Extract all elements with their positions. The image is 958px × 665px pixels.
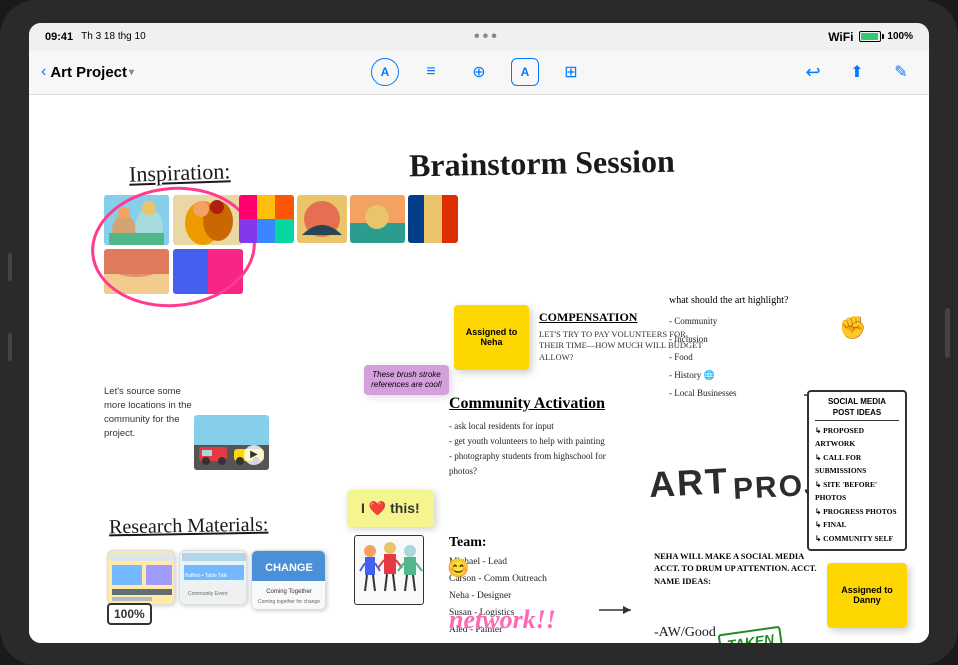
photo-cars[interactable]: ▶	[194, 415, 269, 470]
battery-pct: 100%	[887, 31, 913, 42]
research-title: Research Materials:	[109, 513, 269, 539]
undo-icon[interactable]: ↩	[797, 56, 829, 88]
toolbar-right: ↩ ⬆ ✎	[757, 56, 917, 88]
toolbar-center: A ≡ ⊕ A ⊞	[201, 56, 757, 88]
heart-sticky-text: I ❤️ this!	[361, 500, 420, 516]
layers-icon[interactable]: ⊕	[463, 56, 495, 88]
status-bar: 09:41 Th 3 18 thg 10 ••• WiFi 100%	[29, 23, 929, 51]
photo-row-mid	[239, 195, 458, 243]
community-items: - ask local residents for input - get yo…	[449, 419, 634, 480]
photo-hugging[interactable]	[173, 195, 243, 245]
play-button[interactable]: ▶	[244, 445, 264, 465]
toolbar: ‹ Art Project ▾ A ≡ ⊕ A ⊞ ↩ ⬆ ✎	[29, 51, 929, 95]
card-thumb-1[interactable]	[107, 550, 175, 605]
time: 09:41	[45, 31, 73, 43]
ipad-frame: 09:41 Th 3 18 thg 10 ••• WiFi 100% ‹ Art…	[0, 0, 958, 665]
svg-text:Community Event: Community Event	[188, 591, 228, 597]
sticky-neha: Assigned to Neha	[454, 305, 529, 370]
photo-people-jumping[interactable]	[104, 195, 169, 245]
art-highlight-question: what should the art highlight?	[669, 295, 788, 306]
team-header: Team:	[449, 535, 547, 551]
art-highlight-section: what should the art highlight? - Communi…	[669, 295, 788, 402]
neha-note-text: NEHA WILL MAKE A SOCIAL MEDIA ACCT. TO D…	[654, 551, 817, 587]
brainstorm-title: Brainstorm Session	[409, 142, 675, 184]
battery-icon	[859, 31, 881, 42]
photo-orange-circle[interactable]	[297, 195, 347, 243]
neha-note: NEHA WILL MAKE A SOCIAL MEDIA ACCT. TO D…	[654, 550, 829, 588]
pct-badge: 100%	[107, 603, 152, 625]
taken-text: TAKEN	[718, 625, 784, 642]
text-box-icon[interactable]: A	[511, 58, 539, 86]
social-header: SOCIAL MEDIAPOST IDEAS	[815, 396, 899, 421]
social-media-box: SOCIAL MEDIAPOST IDEAS ↳ Proposed Artwor…	[807, 390, 907, 552]
photo-sunset[interactable]	[350, 195, 405, 243]
people-illustration	[354, 535, 424, 605]
photo-desert[interactable]	[104, 249, 169, 294]
community-header: Community Activation	[449, 395, 634, 413]
art-text: ART	[648, 462, 730, 502]
canvas-area: Inspiration: Brainstorm Session	[29, 95, 929, 643]
community-activation: Community Activation - ask local residen…	[449, 395, 634, 480]
brush-note: These brush stroke references are cool!	[364, 365, 449, 396]
card-change[interactable]: CHANGE Coming Together Coming together f…	[251, 550, 326, 610]
photo-row-1	[104, 195, 243, 245]
sourcing-note: Let's source some more locations in the …	[104, 385, 204, 442]
volume-up-button[interactable]	[8, 253, 12, 281]
smiley-face: 😊	[447, 558, 469, 579]
inspiration-title: Inspiration:	[129, 158, 231, 188]
annotate-icon[interactable]: A	[371, 58, 399, 86]
sticky-danny-text: Assigned to Danny	[841, 585, 893, 605]
heart-sticky: I ❤️ this!	[347, 490, 434, 527]
fist-emoji: ✊	[839, 315, 866, 341]
social-items: ↳ Proposed Artwork ↳ Call for Submission…	[815, 424, 899, 546]
svg-text:Buffalo • Table Talk: Buffalo • Table Talk	[185, 573, 228, 579]
side-button[interactable]	[945, 308, 950, 358]
status-center: •••	[474, 28, 500, 46]
toolbar-left: ‹ Art Project ▾	[41, 63, 201, 81]
lines-icon[interactable]: ≡	[415, 56, 447, 88]
sticky-danny: Assigned to Danny	[827, 563, 907, 628]
brush-note-text: These brush stroke references are cool!	[369, 370, 444, 391]
photo-container-top	[104, 195, 243, 294]
svg-text:Coming Together: Coming Together	[266, 589, 312, 595]
card-thumb-2[interactable]: Buffalo • Table Talk Community Event	[179, 550, 247, 605]
share-icon[interactable]: ⬆	[841, 56, 873, 88]
wave-text: network!!	[449, 605, 556, 635]
svg-text:Coming together for change: Coming together for change	[258, 599, 320, 605]
status-left: 09:41 Th 3 18 thg 10	[45, 31, 146, 43]
image-icon[interactable]: ⊞	[555, 56, 587, 88]
sourcing-note-text: Let's source some more locations in the …	[104, 386, 192, 440]
date: Th 3 18 thg 10	[81, 31, 146, 42]
title-button[interactable]: Art Project ▾	[50, 64, 134, 81]
photo-row-2	[104, 249, 243, 294]
edit-icon[interactable]: ✎	[885, 56, 917, 88]
chevron-down-icon: ▾	[129, 67, 134, 78]
status-right: WiFi 100%	[828, 30, 913, 44]
signature: -AW/Good	[654, 625, 716, 641]
ipad-screen: 09:41 Th 3 18 thg 10 ••• WiFi 100% ‹ Art…	[29, 23, 929, 643]
photo-architecture[interactable]	[173, 249, 243, 294]
status-dots: •••	[474, 28, 500, 46]
photo-colorful-mural[interactable]	[239, 195, 294, 243]
svg-text:CHANGE: CHANGE	[265, 562, 313, 574]
wifi-icon: WiFi	[828, 30, 853, 44]
photo-stripe[interactable]	[408, 195, 458, 243]
volume-down-button[interactable]	[8, 333, 12, 361]
sticky-neha-text: Assigned to Neha	[466, 327, 518, 347]
title-text: Art Project	[50, 64, 127, 81]
art-highlight-items: - Community - Inclusion - Food - History…	[669, 312, 788, 402]
back-button[interactable]: ‹	[41, 63, 46, 81]
arrow-community	[599, 603, 639, 623]
